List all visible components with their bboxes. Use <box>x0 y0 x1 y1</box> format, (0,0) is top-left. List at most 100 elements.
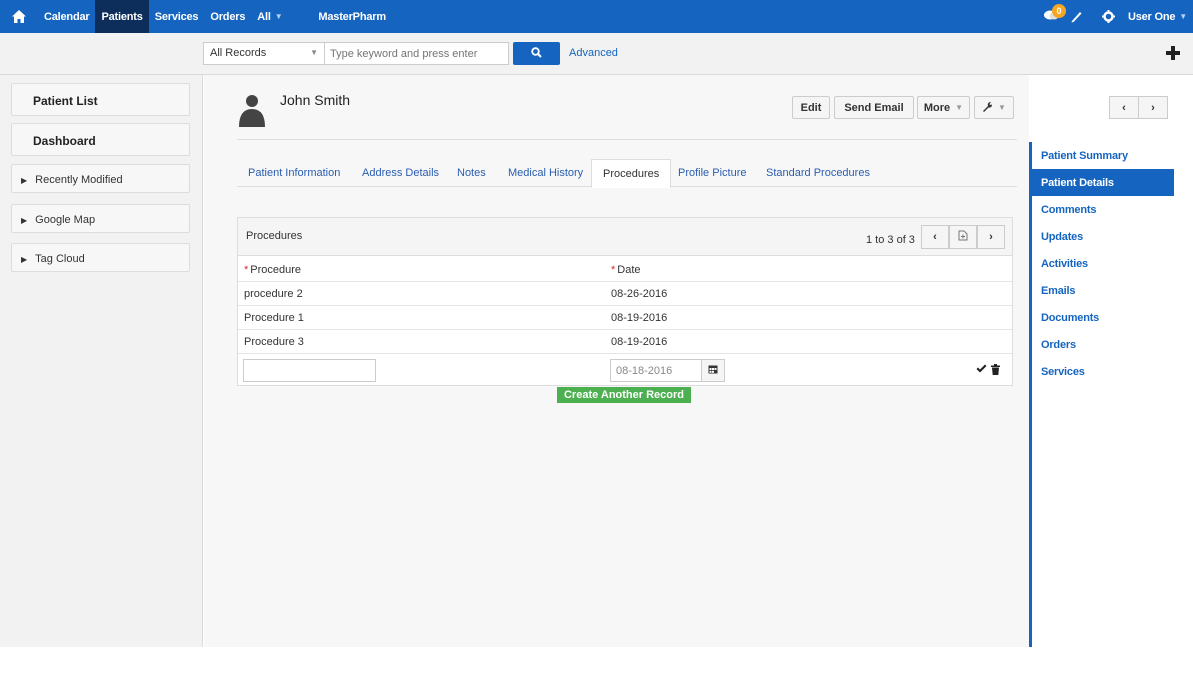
record-tabs: Patient Information Address Details Note… <box>237 159 1017 187</box>
tab-procedures[interactable]: Procedures <box>591 159 671 188</box>
side-link-patient-summary[interactable]: Patient Summary <box>1032 142 1174 169</box>
user-menu[interactable]: User One ▼ <box>1122 0 1193 33</box>
top-navigation: Calendar Patients Services Orders All ▼ M… <box>0 0 1193 33</box>
side-link-documents[interactable]: Documents <box>1032 304 1174 331</box>
search-scope-select[interactable]: All Records ▼ <box>203 42 325 65</box>
chevron-down-icon: ▼ <box>310 48 318 57</box>
date-input[interactable] <box>610 359 702 382</box>
section-label: Tag Cloud <box>35 253 85 265</box>
advanced-search-link[interactable]: Advanced <box>569 47 618 59</box>
triangle-right-icon: ▶ <box>21 216 27 225</box>
table-row[interactable]: procedure 2 08-26-2016 <box>238 281 1012 305</box>
patient-list-button[interactable]: Patient List <box>11 83 190 116</box>
table-row[interactable]: Procedure 3 08-19-2016 <box>238 329 1012 353</box>
check-icon[interactable] <box>976 364 987 378</box>
search-scope-value: All Records <box>210 47 266 59</box>
record-count: 1 to 3 of 3 <box>866 234 915 246</box>
triangle-right-icon: ▶ <box>21 255 27 264</box>
procedure-cell: procedure 2 <box>244 288 303 300</box>
header-divider <box>237 139 1017 140</box>
notifications[interactable]: 0 <box>1038 0 1064 33</box>
procedure-cell: Procedure 1 <box>244 312 304 324</box>
side-link-emails[interactable]: Emails <box>1032 277 1174 304</box>
next-page-button[interactable]: › <box>977 225 1005 249</box>
nav-all-label: All <box>257 11 270 23</box>
wrench-icon <box>982 101 993 115</box>
column-label: Procedure <box>250 264 301 276</box>
export-button[interactable] <box>949 225 977 249</box>
tools-button[interactable]: ▼ <box>974 96 1014 119</box>
procedure-input[interactable] <box>243 359 376 382</box>
tab-medical-history[interactable]: Medical History <box>508 159 583 187</box>
calendar-button[interactable] <box>701 359 725 382</box>
table-row[interactable]: Procedure 1 08-19-2016 <box>238 305 1012 329</box>
avatar <box>237 93 267 127</box>
section-label: Recently Modified <box>35 174 122 186</box>
user-name: User One <box>1128 11 1175 23</box>
date-cell: 08-19-2016 <box>611 312 667 324</box>
chevron-down-icon: ▼ <box>1179 12 1187 21</box>
previous-record-button[interactable]: ‹ <box>1109 96 1139 119</box>
plus-icon[interactable] <box>1163 43 1183 63</box>
panel-header: Procedures 1 to 3 of 3 ‹ › <box>238 218 1012 256</box>
panel-title: Procedures <box>246 230 302 242</box>
nav-all[interactable]: All ▼ <box>251 0 288 33</box>
home-icon[interactable] <box>0 0 38 33</box>
nav-orders[interactable]: Orders <box>204 0 251 33</box>
tab-profile-picture[interactable]: Profile Picture <box>678 159 746 187</box>
record-title: John Smith <box>280 92 350 108</box>
column-header-date[interactable]: *Date <box>611 256 641 281</box>
section-google-map[interactable]: ▶ Google Map <box>11 204 190 233</box>
previous-page-button[interactable]: ‹ <box>921 225 949 249</box>
side-link-orders[interactable]: Orders <box>1032 331 1174 358</box>
search-input[interactable] <box>325 42 509 65</box>
date-cell: 08-19-2016 <box>611 336 667 348</box>
section-recently-modified[interactable]: ▶ Recently Modified <box>11 164 190 193</box>
new-record-row <box>238 353 1012 386</box>
side-link-updates[interactable]: Updates <box>1032 223 1174 250</box>
tab-standard-procedures[interactable]: Standard Procedures <box>766 159 870 187</box>
next-record-button[interactable]: › <box>1138 96 1168 119</box>
create-another-record-button[interactable]: Create Another Record <box>557 387 691 403</box>
more-button[interactable]: More ▼ <box>917 96 970 119</box>
chevron-down-icon: ▼ <box>275 12 283 21</box>
nav-calendar[interactable]: Calendar <box>38 0 95 33</box>
right-sidebar: Patient Summary Patient Details Comments… <box>1032 142 1174 385</box>
column-label: Date <box>617 264 640 276</box>
edit-button[interactable]: Edit <box>792 96 830 119</box>
column-header-procedure[interactable]: *Procedure <box>244 256 301 281</box>
row-actions <box>976 364 1000 378</box>
trash-icon[interactable] <box>991 364 1000 378</box>
more-label: More <box>924 102 950 114</box>
notification-badge: 0 <box>1052 4 1066 18</box>
export-icon <box>958 230 968 244</box>
search-icon <box>531 47 542 61</box>
nav-brand[interactable]: MasterPharm <box>312 0 392 33</box>
procedure-cell: Procedure 3 <box>244 336 304 348</box>
required-marker: * <box>611 264 615 276</box>
side-link-services[interactable]: Services <box>1032 358 1174 385</box>
left-sidebar: Patient List Dashboard ▶ Recently Modifie… <box>0 75 203 647</box>
side-link-patient-details[interactable]: Patient Details <box>1032 169 1174 196</box>
side-link-activities[interactable]: Activities <box>1032 250 1174 277</box>
tab-address-details[interactable]: Address Details <box>362 159 439 187</box>
calendar-icon <box>708 364 718 377</box>
pencil-icon[interactable] <box>1064 0 1090 33</box>
nav-patients[interactable]: Patients <box>95 0 148 33</box>
gear-icon[interactable] <box>1096 0 1122 33</box>
date-cell: 08-26-2016 <box>611 288 667 300</box>
send-email-button[interactable]: Send Email <box>834 96 914 119</box>
section-tag-cloud[interactable]: ▶ Tag Cloud <box>11 243 190 272</box>
search-bar: All Records ▼ Advanced <box>0 33 1193 75</box>
nav-services[interactable]: Services <box>149 0 205 33</box>
tab-patient-information[interactable]: Patient Information <box>248 159 340 187</box>
triangle-right-icon: ▶ <box>21 176 27 185</box>
side-link-comments[interactable]: Comments <box>1032 196 1174 223</box>
chevron-down-icon: ▼ <box>998 103 1006 112</box>
dashboard-button[interactable]: Dashboard <box>11 123 190 156</box>
section-label: Google Map <box>35 214 95 226</box>
search-button[interactable] <box>513 42 560 65</box>
tab-notes[interactable]: Notes <box>457 159 486 187</box>
chevron-down-icon: ▼ <box>955 103 963 112</box>
required-marker: * <box>244 264 248 276</box>
